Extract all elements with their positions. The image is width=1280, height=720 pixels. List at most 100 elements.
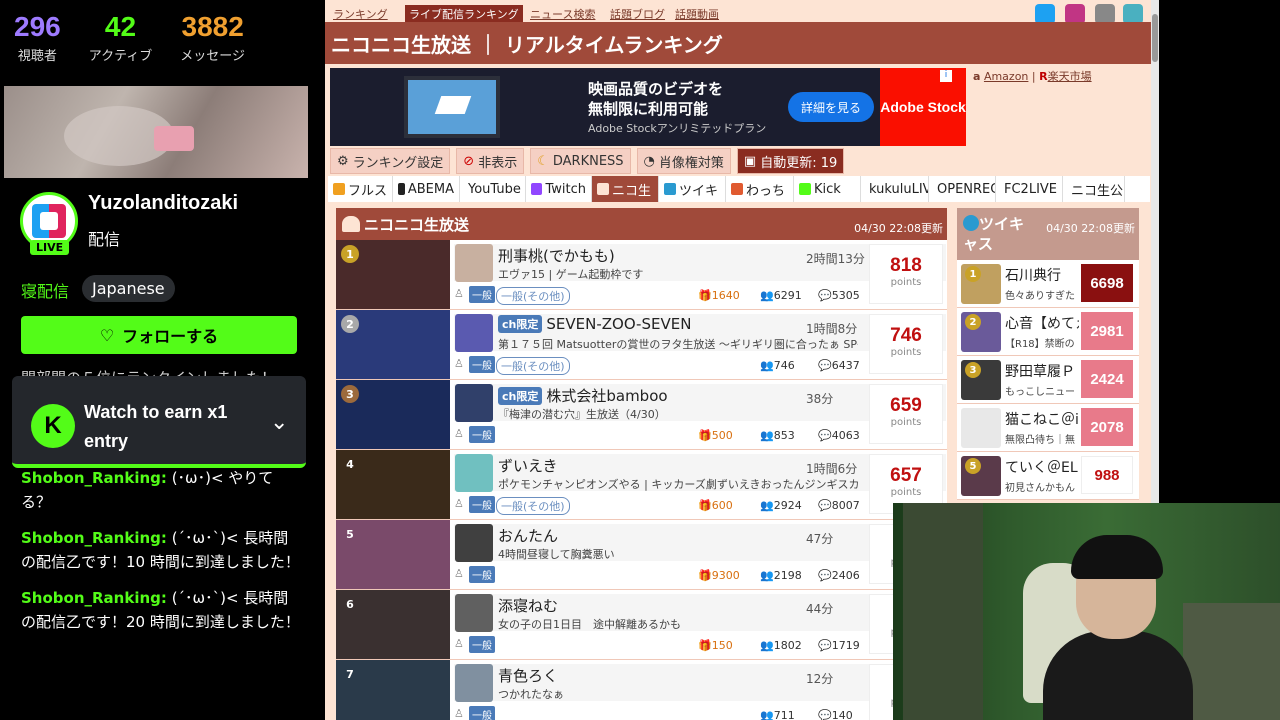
stream-title[interactable]: 青色ろく — [498, 665, 558, 686]
tab-niconama[interactable]: ニコ生 — [592, 176, 659, 202]
ad-banner[interactable]: 映画品質のビデオを 無制限に利用可能 Adobe Stockアンリミテッドプラン… — [330, 68, 966, 146]
tab-twitch[interactable]: Twitch — [526, 176, 592, 202]
stream-thumbnail[interactable]: 7 — [336, 660, 450, 720]
streamer-name[interactable]: ていく＠EL — [1005, 457, 1079, 477]
tag-general[interactable]: 一般 — [469, 706, 495, 720]
tab-fc2[interactable]: FC2LIVE — [996, 176, 1063, 202]
category-link[interactable]: 寝配信 — [21, 278, 69, 302]
stream-title[interactable]: ch限定 株式会社bamboo — [498, 385, 668, 406]
top-tab[interactable]: ニュース検索 — [530, 6, 595, 22]
ranking-row[interactable]: 2 ch限定 SEVEN-ZOO-SEVEN 第１７５回 Matsuotterの賞世の… — [336, 310, 947, 380]
tab-twitcasting[interactable]: ツイキ — [659, 176, 726, 202]
tag-general[interactable]: 一般 — [469, 356, 495, 373]
tab-wacchi[interactable]: わっち — [726, 176, 794, 202]
tab-kick[interactable]: Kick — [794, 176, 861, 202]
tag-general[interactable]: 一般 — [469, 426, 495, 443]
tab-openrec[interactable]: OPENREC — [929, 176, 996, 202]
side-ranking-row[interactable]: 5 ていく＠EL 初見さんかもん 988 — [957, 452, 1139, 500]
stream-title[interactable]: 刑事桃(でかもも) — [498, 245, 615, 266]
hide-button[interactable]: ⊘ 非表示 — [456, 148, 525, 174]
page-title: ニコニコ生放送 ｜ リアルタイムランキング — [325, 22, 1151, 64]
stream-thumbnail[interactable]: 3 — [336, 380, 450, 449]
ranking-row[interactable]: 7青色ろくつかれたなぁ12分♙一般👥711💬1404points — [336, 660, 947, 720]
comment-icon: 💬 — [818, 709, 832, 720]
auto-refresh-button[interactable]: ▣ 自動更新: 19 — [736, 148, 845, 174]
scrollbar-thumb[interactable] — [1152, 14, 1158, 62]
ranking-row[interactable]: 6 添寝ねむ 女の子の日1日目 途中解離あるかも 44分 ♙ 一般 🎁150 👥1802 💬17… — [336, 590, 947, 660]
amazon-link[interactable]: Amazon — [984, 70, 1028, 83]
tv-icon[interactable] — [1095, 4, 1115, 24]
tab-niconama-official[interactable]: ニコ生公 — [1063, 176, 1125, 202]
chevron-down-icon[interactable]: ⌄ — [270, 410, 288, 435]
top-tab[interactable]: 話題動画 — [675, 6, 719, 22]
ranking-row[interactable]: 1 刑事桃(でかもも) エヴァ15 | ゲーム起動枠です 2時間13分 ♙ 一般 一般(その… — [336, 240, 947, 310]
streamer-name[interactable]: 石川典行 — [1005, 265, 1079, 285]
chat-username[interactable]: Shobon_Ranking: — [21, 529, 167, 547]
app-icon[interactable] — [1123, 4, 1143, 24]
user-avatar[interactable] — [455, 524, 493, 562]
tag-general[interactable]: 一般 — [469, 496, 495, 513]
watch-to-earn-card[interactable]: K Watch to earn x1 entry ⌄ — [12, 376, 306, 468]
streamer-name[interactable]: 心音【めてえ — [1005, 313, 1079, 333]
top-tab[interactable]: 話題ブログ — [610, 6, 665, 22]
rakuten-link[interactable]: 楽天市場 — [1048, 70, 1092, 83]
streamer-name[interactable]: 野田草履Ｐ — [1005, 361, 1079, 381]
ad-cta-button[interactable]: 詳細を見る — [788, 92, 874, 122]
side-ranking-row[interactable]: 3 野田草履Ｐ もっこしニュー 2424 — [957, 356, 1139, 404]
ranking-row[interactable]: 4 ずいえき ポケモンチャンピオンズやる | キッカーズ劇ずいえきおったんジンギスカ… — [336, 450, 947, 520]
side-ranking-row[interactable]: 2 心音【めてえ【R18】禁断の 2981 — [957, 308, 1139, 356]
ranking-settings-button[interactable]: ⚙ ランキング設定 — [330, 148, 451, 174]
stream-title[interactable]: ずいえき — [498, 455, 558, 476]
stream-thumbnail[interactable]: 2 — [336, 310, 450, 379]
tag-general-other[interactable]: 一般(その他) — [496, 357, 570, 375]
tag-general-other[interactable]: 一般(その他) — [496, 497, 570, 515]
chat-username[interactable]: Shobon_Ranking: — [21, 589, 167, 607]
side-ranking-row[interactable]: 猫こねこ＠i 無限凸待ち｜無 2078 — [957, 404, 1139, 452]
stream-preview[interactable] — [4, 86, 308, 178]
stream-thumbnail[interactable]: 6 — [336, 590, 450, 659]
ranking-row[interactable]: 3 ch限定 株式会社bamboo 『梅津の潜む穴』生放送（4/30） 38分 ♙ 一般 🎁5… — [336, 380, 947, 450]
tab-youtube[interactable]: YouTube — [460, 176, 526, 202]
language-tag[interactable]: Japanese — [82, 275, 175, 302]
stream-thumbnail[interactable]: 4 — [336, 450, 450, 519]
tag-general[interactable]: 一般 — [469, 636, 495, 653]
top-tab-active[interactable]: ライブ配信ランキング — [405, 5, 523, 23]
top-tab[interactable]: ランキング — [333, 6, 388, 22]
follow-button[interactable]: ♡ フォローする — [21, 316, 297, 354]
tab-kukulu[interactable]: kukuluLIVE — [861, 176, 929, 202]
stream-duration: 1時間8分 — [806, 322, 858, 336]
stream-title[interactable]: ch限定 SEVEN-ZOO-SEVEN — [498, 315, 691, 333]
chat-username[interactable]: Shobon_Ranking: — [21, 469, 167, 487]
streamer-name[interactable]: Yuzolanditozaki — [88, 192, 238, 215]
streamer-name[interactable]: 猫こねこ＠i — [1005, 409, 1079, 429]
user-avatar[interactable] — [455, 594, 493, 632]
stream-title[interactable]: 添寝ねむ — [498, 595, 558, 616]
user-avatar[interactable] — [455, 454, 493, 492]
ranking-row[interactable]: 5おんたん4時間昼寝して胸糞悪い47分♙一般🎁9300👥2198💬24065po… — [336, 520, 947, 590]
stream-title[interactable]: おんたん — [498, 525, 558, 546]
user-avatar[interactable] — [455, 664, 493, 702]
tab-fullscreen[interactable]: フルス — [328, 176, 393, 202]
tab-label: OPENREC — [937, 181, 996, 197]
tab-abema[interactable]: ABEMA — [393, 176, 460, 202]
instagram-icon[interactable] — [1065, 4, 1085, 24]
portrait-rights-button[interactable]: ◔ 肖像権対策 — [636, 148, 731, 174]
tag-general-other[interactable]: 一般(その他) — [496, 287, 570, 305]
stream-thumbnail[interactable]: 1 — [336, 240, 450, 309]
darkness-button[interactable]: ☾ DARKNESS — [530, 148, 631, 174]
comment-icon: 💬 — [818, 639, 832, 652]
side-ranking-row[interactable]: 1 石川典行 色々ありすぎた 6698 — [957, 260, 1139, 308]
user-avatar[interactable] — [455, 244, 493, 282]
user-avatar[interactable] — [455, 314, 493, 352]
points-value: 6698 — [1081, 264, 1133, 302]
twitter-icon[interactable] — [1035, 4, 1055, 24]
gift-icon: 🎁 — [698, 639, 712, 652]
user-avatar[interactable] — [455, 384, 493, 422]
stream-thumbnail[interactable]: 5 — [336, 520, 450, 589]
user-avatar[interactable] — [961, 408, 1001, 448]
tag-general[interactable]: 一般 — [469, 566, 495, 583]
ad-info-icon[interactable]: i — [940, 70, 952, 82]
tag-general[interactable]: 一般 — [469, 286, 495, 303]
streamer-name: ずいえき — [498, 457, 558, 475]
avatar[interactable]: LIVE — [20, 192, 80, 262]
